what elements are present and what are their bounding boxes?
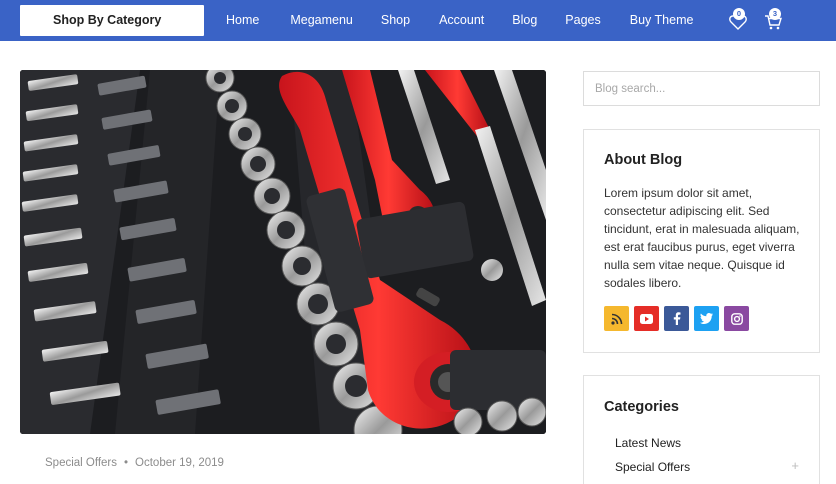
about-blog-text: Lorem ipsum dolor sit amet, consectetur … (604, 186, 800, 290)
post-category-link[interactable]: Special Offers (45, 457, 117, 469)
nav-buy-theme[interactable]: Buy Theme (630, 0, 694, 41)
about-blog-title: About Blog (604, 152, 683, 168)
twitter-button[interactable] (694, 306, 719, 331)
category-special-offers[interactable]: Special Offers (615, 460, 690, 474)
nav-megamenu[interactable]: Megamenu (290, 0, 353, 41)
facebook-button[interactable] (664, 306, 689, 331)
post-date: October 19, 2019 (135, 457, 224, 469)
blog-search-input[interactable] (584, 72, 819, 105)
wishlist-count-badge: 0 (733, 8, 745, 20)
category-latest-news[interactable]: Latest News (615, 436, 681, 450)
nav-blog[interactable]: Blog (512, 0, 537, 41)
categories-title: Categories (604, 399, 679, 415)
facebook-icon (673, 312, 680, 325)
meta-separator: • (124, 457, 129, 469)
instagram-button[interactable] (724, 306, 749, 331)
post-featured-image[interactable] (20, 70, 546, 434)
main-menu: Home Megamenu Shop Account Blog Pages Bu… (226, 0, 693, 41)
shop-by-category-button[interactable]: Shop By Category (20, 5, 204, 36)
top-navbar: Shop By Category Home Megamenu Shop Acco… (0, 0, 836, 41)
instagram-icon (730, 312, 743, 325)
nav-account[interactable]: Account (439, 0, 484, 41)
twitter-icon (700, 313, 713, 324)
wishlist-button[interactable]: 0 (727, 8, 751, 32)
rss-icon (610, 313, 622, 325)
youtube-icon (640, 313, 653, 324)
blog-search-box (583, 71, 820, 106)
nav-pages[interactable]: Pages (565, 0, 600, 41)
categories-widget: Categories Latest News Special Offers + (583, 375, 820, 484)
rss-button[interactable] (604, 306, 629, 331)
post-meta: Special Offers • October 19, 2019 (45, 457, 224, 469)
social-links (604, 306, 749, 331)
about-blog-widget: About Blog Lorem ipsum dolor sit amet, c… (583, 129, 820, 353)
nav-shop[interactable]: Shop (381, 0, 410, 41)
expand-plus-icon[interactable]: + (791, 458, 799, 473)
youtube-button[interactable] (634, 306, 659, 331)
cart-button[interactable]: 3 (762, 8, 786, 32)
nav-home[interactable]: Home (226, 0, 259, 41)
tool-set-image (20, 70, 546, 434)
cart-count-badge: 3 (769, 8, 781, 20)
